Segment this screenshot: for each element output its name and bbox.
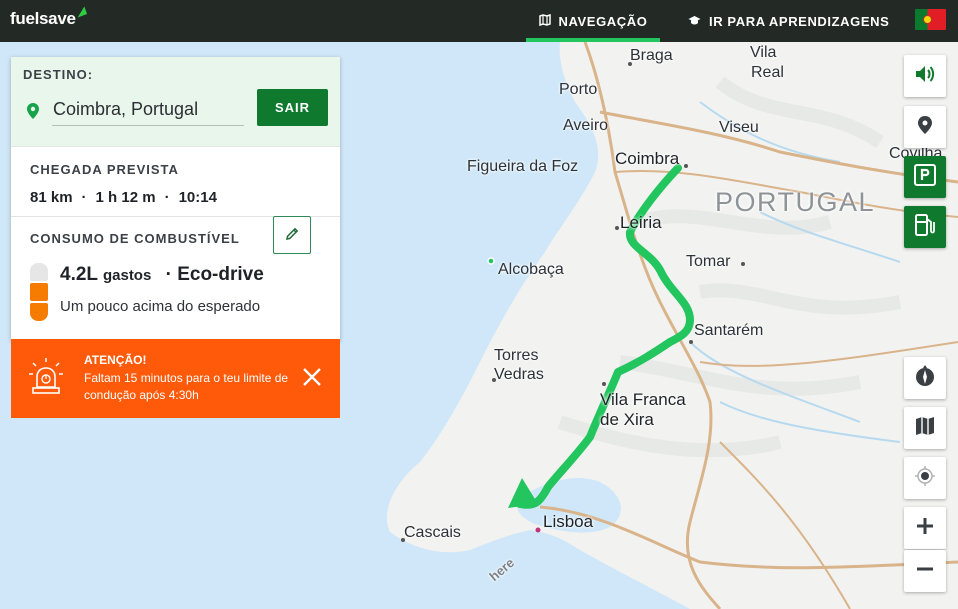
location-button[interactable]: [904, 106, 946, 148]
map-icon: [538, 13, 551, 29]
separator: ·: [81, 189, 87, 206]
compass-icon: [914, 364, 936, 393]
zoom-out-button[interactable]: [904, 550, 946, 592]
driving-time-alert: ATENÇÃO! Faltam 15 minutos para o teu li…: [11, 339, 340, 418]
parking-icon: [914, 163, 936, 191]
eta-duration: 1 h 12 m: [95, 189, 156, 206]
separator: ·: [164, 189, 170, 206]
tab-aprendizagens-label: IR PARA APRENDIZAGENS: [709, 13, 890, 29]
map-label-vedras: Vedras: [494, 366, 544, 383]
map-label-figueira-da-foz: Figueira da Foz: [467, 158, 579, 175]
location-pin-icon: [27, 103, 39, 124]
map-label-santarem: Santarém: [694, 322, 764, 339]
trip-panel: DESTINO: SAIR CHEGADA PREVISTA 81 km · 1…: [11, 57, 340, 341]
parking-button[interactable]: [904, 156, 946, 198]
map-layers-button[interactable]: [904, 407, 946, 449]
alert-title: ATENÇÃO!: [84, 353, 147, 367]
fuel-consumption: 4.2L gastos · Eco-drive: [60, 264, 264, 286]
map-layers-icon: [915, 416, 935, 441]
eta-values: 81 km · 1 h 12 m · 10:14: [30, 189, 320, 206]
destination-section: DESTINO: SAIR: [11, 57, 340, 146]
tab-navigacao[interactable]: NAVEGAÇÃO: [526, 0, 660, 42]
gauge-segment-high: [30, 263, 48, 281]
map-label-aveiro: Aveiro: [563, 117, 609, 134]
fuel-gauge: [30, 263, 48, 323]
destination-input[interactable]: [52, 93, 244, 126]
leaf-icon: [74, 6, 88, 18]
map-label-vila-franca: Vila Franca: [600, 390, 686, 409]
recenter-button[interactable]: [904, 457, 946, 499]
fuel-note: Um pouco acima do esperado: [60, 298, 261, 315]
zoom-in-button[interactable]: [904, 507, 946, 549]
zoom-out-icon: [916, 560, 934, 583]
map-label-lisboa: Lisboa: [543, 512, 594, 531]
fuelsave-logo[interactable]: fuelsave: [10, 6, 88, 29]
map-label-viseu: Viseu: [719, 119, 759, 136]
map-label-coimbra: Coimbra: [615, 149, 680, 168]
portugal-flag-icon[interactable]: [915, 9, 946, 30]
location-pin-icon: [918, 115, 932, 139]
destination-label: DESTINO:: [23, 67, 94, 82]
eta-distance: 81 km: [30, 189, 73, 206]
map-label-torres: Torres: [494, 347, 539, 364]
map-label-leiria: Leiria: [620, 213, 662, 232]
map-label-real: Real: [751, 64, 784, 81]
gauge-segment-low: [30, 303, 48, 321]
map-label-porto: Porto: [559, 81, 598, 98]
tab-navigacao-label: NAVEGAÇÃO: [558, 13, 648, 29]
recenter-icon: [914, 465, 936, 492]
graduation-cap-icon: [688, 14, 701, 29]
map-label-de-xira: de Xira: [600, 410, 654, 429]
volume-icon: [914, 64, 936, 89]
volume-button[interactable]: [904, 55, 946, 97]
alarm-siren-icon: [29, 357, 63, 402]
pencil-icon: [284, 226, 300, 245]
zoom-in-icon: [916, 517, 934, 540]
eta-label: CHEGADA PREVISTA: [30, 162, 179, 177]
alert-message: Faltam 15 minutos para o teu limite de c…: [84, 371, 289, 402]
fuel-amount-unit: gastos: [102, 267, 152, 284]
active-tab-indicator: [526, 38, 660, 42]
compass-button[interactable]: [904, 357, 946, 399]
exit-button[interactable]: SAIR: [257, 89, 328, 126]
fuel-station-button[interactable]: [904, 206, 946, 248]
map-label-vila: Vila: [750, 44, 777, 61]
map-label-braga: Braga: [630, 47, 673, 64]
eta-section: CHEGADA PREVISTA 81 km · 1 h 12 m · 10:1…: [11, 146, 340, 216]
top-navigation-bar: fuelsave NAVEGAÇÃO IR PARA APRENDIZAGENS: [0, 0, 958, 42]
close-icon[interactable]: [300, 365, 324, 389]
eta-arrival-time: 10:14: [178, 189, 217, 206]
fuel-amount: 4.2L: [60, 264, 98, 285]
map-label-alcobaca: Alcobaça: [498, 261, 564, 278]
map-label-cascais: Cascais: [404, 524, 461, 541]
fuel-station-icon: [914, 213, 936, 242]
gauge-segment-mid: [30, 283, 48, 301]
map-label-portugal: PORTUGAL: [715, 187, 876, 217]
drive-mode: · Eco-drive: [165, 264, 264, 285]
tab-aprendizagens[interactable]: IR PARA APRENDIZAGENS: [688, 0, 889, 42]
map-label-tomar: Tomar: [686, 253, 731, 270]
edit-button[interactable]: [273, 216, 311, 254]
